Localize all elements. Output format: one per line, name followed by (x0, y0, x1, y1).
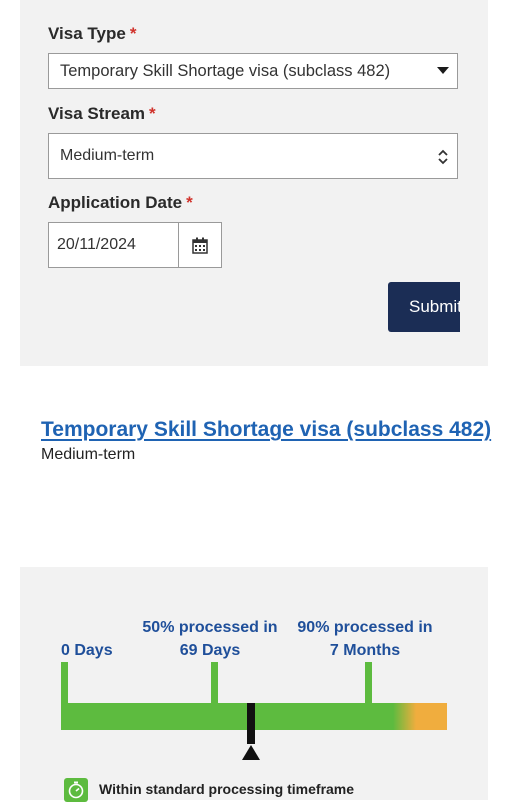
calendar-icon (192, 237, 208, 254)
visa-stream-label-text: Visa Stream (48, 104, 146, 123)
visa-stream-value: Medium-term (60, 147, 155, 164)
timeline-p50-line2: 69 Days (179, 642, 241, 659)
submit-button[interactable]: Submit (388, 282, 460, 332)
required-marker: * (129, 24, 137, 43)
select-updown-icon (438, 149, 448, 165)
timeline-p50-line1: 50% processed in (142, 619, 278, 636)
calendar-button[interactable] (178, 223, 221, 267)
application-date-input[interactable]: 20/11/2024 (49, 223, 178, 267)
timeline-p50-label: 50% processed in 69 Days (140, 616, 280, 662)
timeline-p90-line2: 7 Months (329, 642, 401, 659)
timer-icon (64, 778, 88, 802)
timeline-p90-label: 90% processed in 7 Months (295, 616, 435, 662)
visa-type-select[interactable]: Temporary Skill Shortage visa (subclass … (48, 53, 458, 89)
visa-type-label-text: Visa Type (48, 24, 126, 43)
visa-stream-select[interactable]: Medium-term (48, 133, 458, 179)
caret-down-icon (437, 67, 449, 74)
marker-arrow-icon (242, 745, 260, 760)
timeline-tick-p90 (365, 662, 372, 703)
application-date-field: 20/11/2024 (48, 222, 222, 268)
legend-within-timeframe: Within standard processing timeframe (99, 781, 355, 797)
application-date-label-text: Application Date (48, 193, 183, 212)
required-marker: * (149, 104, 156, 123)
visa-type-value: Temporary Skill Shortage visa (subclass … (60, 61, 391, 80)
timeline-p90-line1: 90% processed in (297, 619, 433, 636)
application-date-marker (247, 703, 255, 744)
visa-stream-label: Visa Stream * (48, 104, 156, 124)
application-date-label: Application Date * (48, 193, 193, 213)
result-stream: Medium-term (41, 446, 136, 463)
timeline-tick-p50 (211, 662, 218, 703)
timeline-start-label: 0 Days (61, 642, 113, 659)
result-visa-link[interactable]: Temporary Skill Shortage visa (subclass … (41, 418, 491, 442)
processing-timeline-panel (20, 567, 488, 800)
visa-type-label: Visa Type * (48, 24, 136, 44)
required-marker: * (186, 193, 193, 212)
timeline-tick-start (61, 662, 68, 703)
